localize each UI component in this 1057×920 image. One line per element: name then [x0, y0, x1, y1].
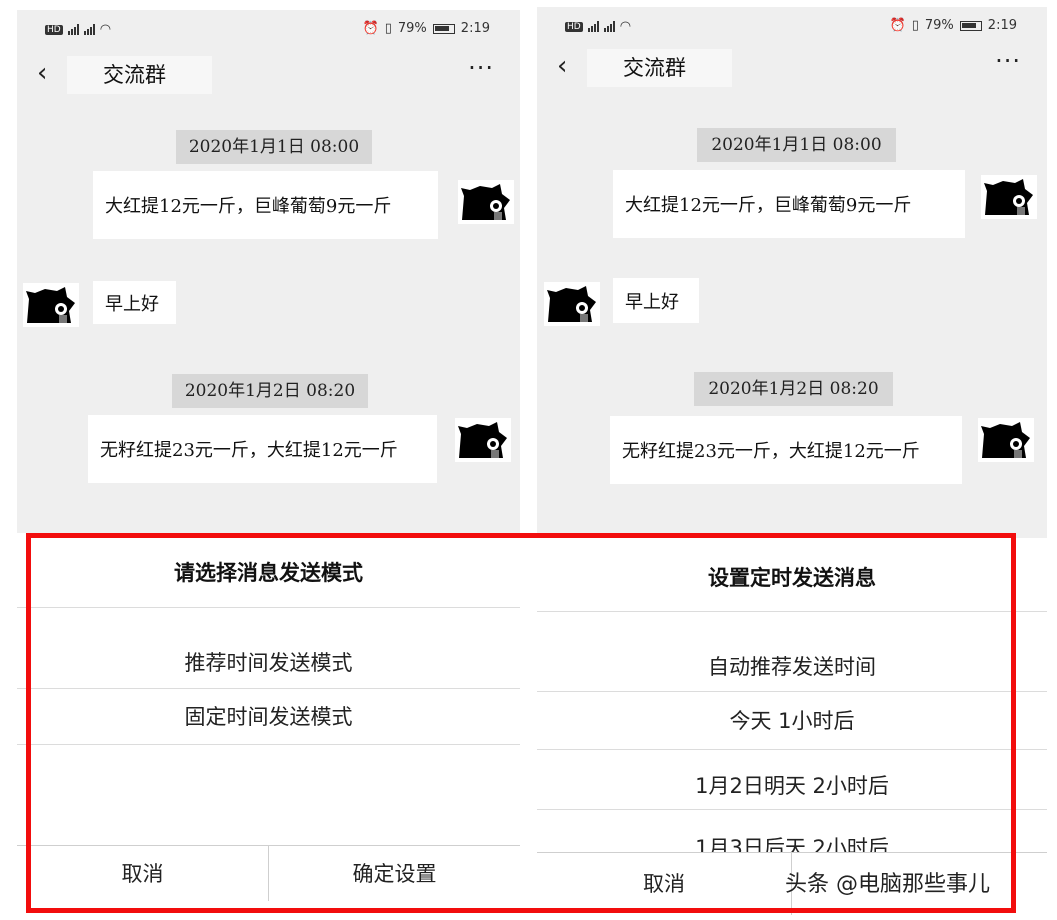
send-mode-sheet: 请选择消息发送模式 推荐时间发送模式 固定时间发送模式 取消 确定设置: [17, 533, 520, 915]
message-timestamp: 2020年1月2日 08:20: [172, 374, 368, 408]
signal-icon: [67, 24, 79, 35]
confirm-settings-button[interactable]: 确定设置: [268, 846, 520, 901]
message-timestamp: 2020年1月1日 08:00: [697, 128, 896, 162]
status-bar: HD ◠ ⏰ ▯ 79% 2:19: [537, 7, 1047, 45]
chat-title: 交流群: [587, 49, 732, 87]
bear-avatar-icon[interactable]: [458, 180, 514, 224]
sheet-button-bar: 取消 确定设置: [17, 845, 520, 901]
bear-avatar-icon[interactable]: [23, 283, 79, 327]
signal-icon: [83, 24, 95, 35]
bear-avatar-icon[interactable]: [455, 418, 511, 462]
scheduled-send-sheet: 设置定时发送消息 自动推荐发送时间 今天 1小时后 1月2日明天 2小时后 1月…: [537, 538, 1047, 915]
message-bubble-sent[interactable]: 大红提12元一斤，巨峰葡萄9元一斤: [613, 170, 965, 238]
more-dots-icon[interactable]: ···: [468, 54, 494, 82]
watermark: 头条 @电脑那些事儿: [785, 872, 990, 897]
left-phone-screen: HD ◠ ⏰ ▯ 79% 2:19 ‹ 交流群 ··· 2020年1月1日 08…: [17, 10, 520, 915]
cancel-button[interactable]: 取消: [17, 846, 268, 901]
sheet-option[interactable]: 1月2日明天 2小时后: [537, 750, 1047, 810]
message-timestamp: 2020年1月2日 08:20: [694, 372, 893, 406]
back-arrow-icon[interactable]: ‹: [557, 53, 567, 79]
sheet-option[interactable]: 推荐时间发送模式: [17, 608, 520, 689]
hd-badge: HD: [565, 21, 583, 32]
battery-percent: 79%: [397, 21, 427, 36]
message-bubble-received[interactable]: 早上好: [93, 281, 176, 324]
chat-header: ‹ 交流群 ···: [537, 43, 1047, 91]
signal-icon: [603, 21, 615, 32]
message-bubble-sent[interactable]: 大红提12元一斤，巨峰葡萄9元一斤: [93, 171, 438, 239]
clock: 2:19: [460, 21, 490, 36]
sheet-title: 请选择消息发送模式: [17, 533, 520, 608]
bear-avatar-icon[interactable]: [978, 418, 1034, 462]
vibrate-icon: ▯: [911, 18, 919, 33]
wifi-icon: ◠: [99, 22, 112, 37]
bear-avatar-icon[interactable]: [981, 175, 1037, 219]
battery-icon: [432, 23, 455, 34]
bear-avatar-icon[interactable]: [544, 282, 600, 326]
back-arrow-icon[interactable]: ‹: [37, 60, 47, 86]
alarm-icon: ⏰: [362, 21, 379, 36]
clock: 2:19: [987, 18, 1017, 33]
vibrate-icon: ▯: [384, 21, 392, 36]
hd-badge: HD: [45, 24, 63, 35]
wifi-icon: ◠: [619, 19, 632, 34]
sheet-option[interactable]: 自动推荐发送时间: [537, 612, 1047, 692]
message-bubble-sent[interactable]: 无籽红提23元一斤，大红提12元一斤: [610, 416, 962, 484]
cancel-button[interactable]: 取消: [537, 853, 791, 915]
sheet-title: 设置定时发送消息: [537, 538, 1047, 612]
status-bar: HD ◠ ⏰ ▯ 79% 2:19: [17, 10, 520, 48]
sheet-option[interactable]: 固定时间发送模式: [17, 689, 520, 745]
chat-header: ‹ 交流群 ···: [17, 50, 520, 98]
signal-icon: [587, 21, 599, 32]
battery-percent: 79%: [924, 18, 954, 33]
battery-icon: [959, 20, 982, 31]
message-bubble-sent[interactable]: 无籽红提23元一斤，大红提12元一斤: [88, 415, 437, 483]
alarm-icon: ⏰: [889, 18, 906, 33]
right-phone-screen: HD ◠ ⏰ ▯ 79% 2:19 ‹ 交流群 ··· 2020年1月1日 08…: [537, 7, 1047, 915]
sheet-option[interactable]: 今天 1小时后: [537, 692, 1047, 750]
message-bubble-received[interactable]: 早上好: [613, 278, 699, 323]
chat-title: 交流群: [67, 56, 212, 94]
message-timestamp: 2020年1月1日 08:00: [176, 130, 372, 164]
more-dots-icon[interactable]: ···: [995, 47, 1021, 75]
